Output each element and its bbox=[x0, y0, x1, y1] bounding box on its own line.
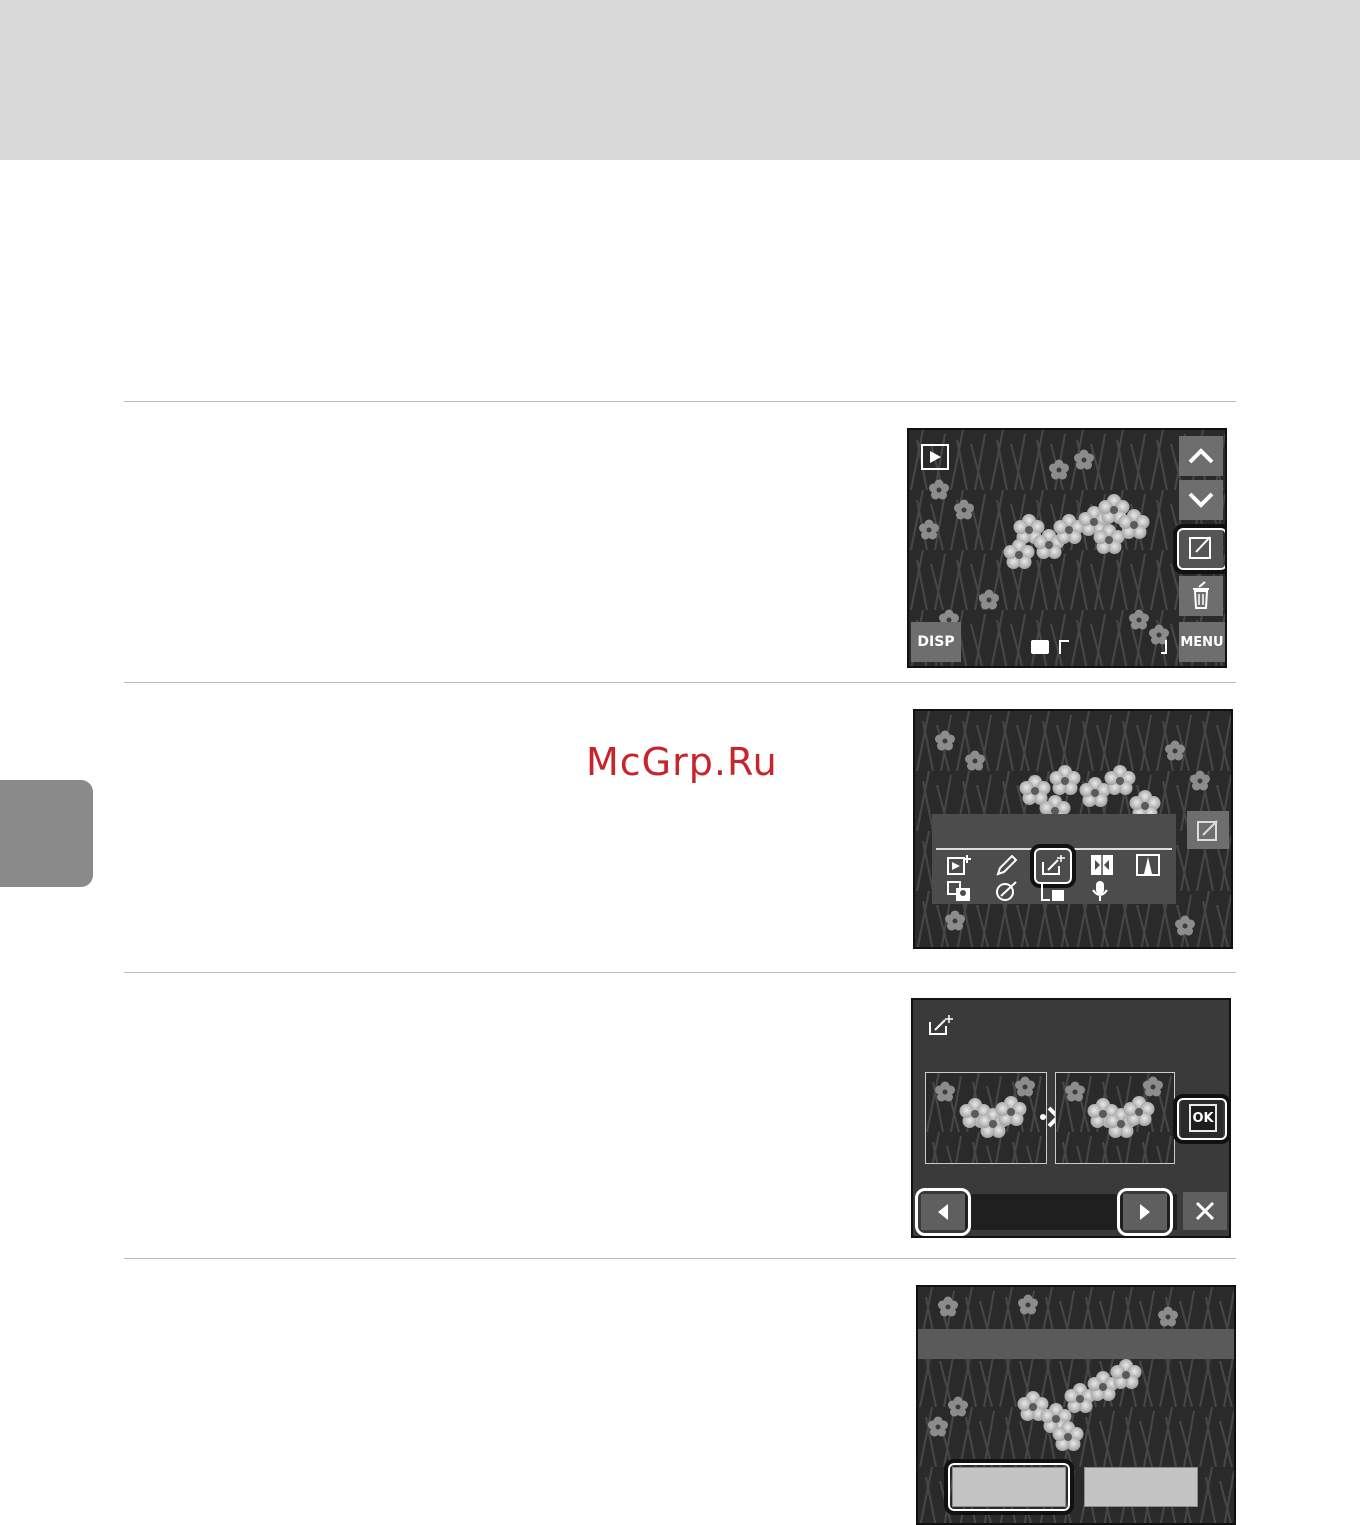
close-icon[interactable] bbox=[1183, 1192, 1227, 1230]
confirm-left-highlight bbox=[944, 1459, 1074, 1515]
edit-menu-panel bbox=[932, 814, 1176, 904]
filter-effects-icon[interactable] bbox=[994, 880, 1020, 902]
image-size-10m-icon bbox=[1031, 640, 1049, 654]
header-band bbox=[0, 0, 1360, 160]
playback-screen: DISP MENU bbox=[907, 428, 1227, 668]
after-thumbnail bbox=[1055, 1072, 1175, 1164]
section-side-tab bbox=[0, 780, 93, 887]
menu-button[interactable]: MENU bbox=[1179, 622, 1225, 662]
black-border-icon[interactable] bbox=[1136, 854, 1160, 876]
step-divider bbox=[124, 1258, 1236, 1259]
voice-memo-icon[interactable] bbox=[1090, 880, 1110, 902]
d-lighting-icon[interactable] bbox=[946, 854, 972, 876]
step-divider bbox=[124, 401, 1236, 402]
crop-icon[interactable] bbox=[1090, 854, 1114, 876]
playback-mode-icon bbox=[921, 444, 949, 470]
internal-memory-icon bbox=[1059, 640, 1069, 654]
edit-button-highlight bbox=[1173, 524, 1225, 574]
message-bar bbox=[918, 1329, 1234, 1359]
memory-bracket-end bbox=[1161, 640, 1167, 654]
scroll-up-icon[interactable] bbox=[1179, 436, 1223, 476]
before-thumbnail bbox=[925, 1072, 1047, 1164]
paint-icon[interactable] bbox=[994, 854, 1018, 876]
disp-button[interactable]: DISP bbox=[911, 622, 961, 662]
scroll-down-icon[interactable] bbox=[1179, 480, 1223, 520]
previous-highlight bbox=[915, 1188, 971, 1236]
small-picture-icon[interactable] bbox=[1040, 880, 1066, 902]
watermark-text: McGrp.Ru bbox=[586, 740, 778, 784]
ok-button-highlight bbox=[1173, 1094, 1229, 1144]
edit-menu-screen bbox=[913, 709, 1233, 949]
delete-icon[interactable] bbox=[1179, 576, 1223, 616]
confirm-right-button[interactable] bbox=[1084, 1467, 1198, 1507]
step-divider bbox=[124, 682, 1236, 683]
step-divider bbox=[124, 972, 1236, 973]
quick-retouch-screen: OK bbox=[911, 998, 1231, 1238]
quick-retouch-icon bbox=[929, 1015, 953, 1035]
next-highlight bbox=[1117, 1188, 1173, 1236]
edit-icon[interactable] bbox=[1187, 811, 1229, 849]
confirm-screen bbox=[916, 1285, 1236, 1525]
skin-softening-icon[interactable] bbox=[946, 880, 972, 902]
